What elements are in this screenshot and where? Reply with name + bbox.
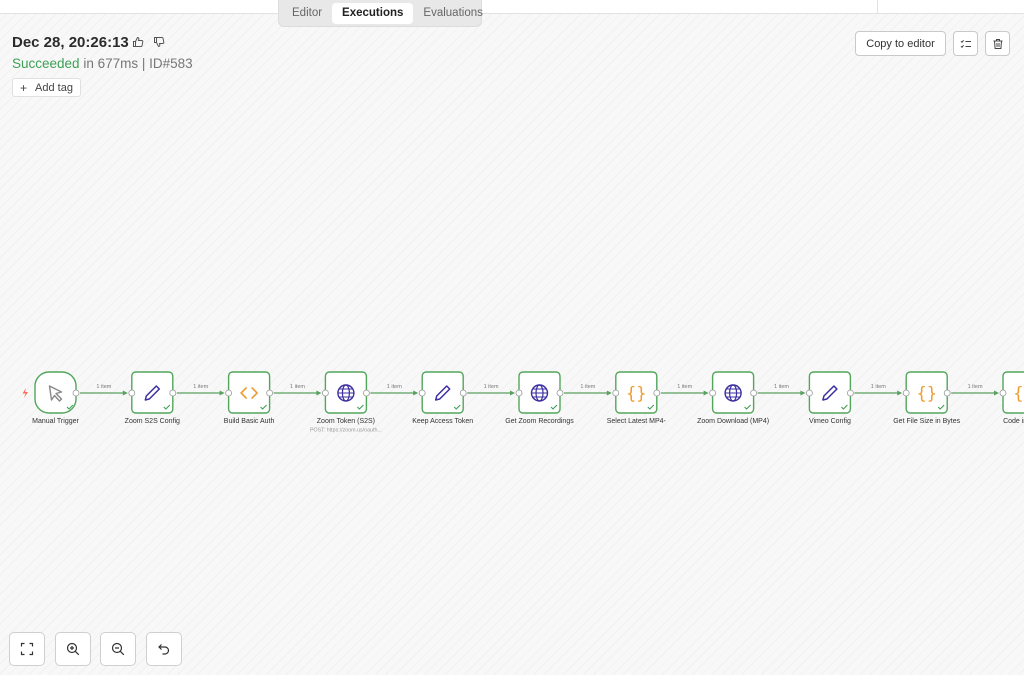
input-handle[interactable]	[806, 389, 813, 397]
trigger-bolt-icon	[22, 388, 28, 398]
svg-text:{}: {}	[1013, 384, 1024, 404]
output-handle[interactable]	[750, 389, 757, 397]
node-box[interactable]	[421, 371, 464, 414]
output-handle[interactable]	[362, 389, 370, 397]
connection[interactable]: 1 item	[467, 384, 515, 396]
node-label: Zoom Download (MP4)	[697, 418, 769, 425]
workflow-node[interactable]: Keep Access Token	[412, 371, 473, 425]
input-handle[interactable]	[418, 389, 426, 397]
node-label: Get File Size in Bytes	[893, 418, 960, 425]
workflow-node[interactable]: Zoom Download (MP4)	[697, 371, 769, 425]
connection[interactable]: 1 item	[80, 384, 128, 396]
connection[interactable]: 1 item	[757, 384, 806, 396]
input-handle[interactable]	[709, 389, 716, 397]
zoom-out-button[interactable]	[100, 632, 136, 666]
input-handle[interactable]	[902, 389, 910, 397]
braces-icon: {}	[1013, 384, 1024, 404]
node-label: Zoom Token (S2S)	[317, 418, 375, 425]
connection-item-count: 1 item	[387, 384, 402, 390]
connection-item-count: 1 item	[290, 384, 305, 390]
connection-arrow	[413, 390, 419, 396]
connection[interactable]: 1 item	[370, 384, 419, 396]
output-handle[interactable]	[847, 389, 854, 397]
node-box[interactable]	[227, 371, 271, 414]
connection-item-count: 1 item	[677, 384, 692, 390]
workflow-canvas: 1 item 1 item 1 item 1 item 1 item 1 item 1 it…	[22, 371, 1024, 434]
braces-icon: {}	[626, 384, 646, 404]
node-label: Select Latest MP4-	[607, 418, 667, 425]
connection[interactable]: 1 item	[564, 384, 612, 396]
connection-arrow	[316, 390, 322, 396]
connection-arrow	[510, 390, 515, 396]
connection-item-count: 1 item	[193, 384, 208, 390]
node-box[interactable]	[808, 371, 852, 414]
connection-item-count: 1 item	[484, 384, 499, 390]
connection-item-count: 1 item	[774, 384, 789, 390]
workflow-node[interactable]: {} Code in Java	[999, 371, 1024, 425]
node-label: Build Basic Auth	[224, 418, 275, 425]
output-handle[interactable]	[653, 389, 661, 397]
connection[interactable]: 1 item	[951, 384, 999, 396]
node-label: Manual Trigger	[32, 418, 79, 425]
node-label: Code in Java	[1003, 418, 1024, 425]
workflow-node[interactable]: Manual Trigger	[32, 371, 80, 425]
connection-arrow	[122, 390, 128, 396]
output-handle[interactable]	[169, 389, 177, 397]
workflow-node[interactable]: Zoom Token (S2S) POST: https://zoom.us/oa…	[310, 371, 382, 434]
workflow-node[interactable]: {} Get File Size in Bytes	[893, 371, 961, 425]
input-handle[interactable]	[515, 389, 523, 397]
connection-arrow	[994, 390, 999, 396]
reset-zoom-button[interactable]	[146, 632, 182, 666]
input-handle[interactable]	[999, 389, 1007, 397]
fit-view-icon	[20, 642, 34, 656]
undo-icon	[158, 644, 170, 655]
node-box[interactable]	[34, 371, 77, 414]
node-label: Zoom S2S Config	[125, 418, 180, 425]
zoom-in-button[interactable]	[55, 632, 91, 666]
output-handle[interactable]	[459, 389, 467, 397]
connection-arrow	[219, 390, 225, 396]
connection-arrow	[703, 390, 709, 396]
node-box[interactable]	[131, 371, 174, 414]
input-handle[interactable]	[128, 389, 136, 397]
workflow-node[interactable]: Get Zoom Recordings	[505, 371, 574, 425]
output-handle[interactable]	[72, 389, 80, 397]
svg-text:{}: {}	[626, 384, 646, 404]
node-label: Get Zoom Recordings	[505, 418, 574, 425]
input-handle[interactable]	[321, 389, 329, 397]
connection-arrow	[606, 390, 612, 396]
connection[interactable]: 1 item	[854, 384, 903, 396]
output-handle[interactable]	[266, 389, 274, 397]
connection-item-count: 1 item	[96, 384, 111, 390]
braces-icon: {}	[916, 384, 936, 404]
connection[interactable]: 1 item	[660, 384, 709, 396]
connection-arrow	[800, 390, 806, 396]
node-subtitle: POST: https://zoom.us/oauth...	[310, 428, 382, 434]
connection[interactable]: 1 item	[273, 384, 322, 396]
node-label: Vimeo Config	[809, 418, 851, 425]
workflow-node[interactable]: {} Select Latest MP4-	[607, 371, 667, 425]
fit-view-button[interactable]	[9, 632, 45, 666]
output-handle[interactable]	[556, 389, 564, 397]
connection-item-count: 1 item	[968, 384, 983, 390]
input-handle[interactable]	[612, 389, 620, 397]
node-label: Keep Access Token	[412, 418, 473, 425]
zoom-in-icon	[66, 642, 80, 656]
workflow-node[interactable]: Zoom S2S Config	[125, 371, 180, 425]
connection[interactable]: 1 item	[176, 384, 225, 396]
connection-arrow	[897, 390, 903, 396]
zoom-out-icon	[111, 642, 125, 656]
output-handle[interactable]	[943, 389, 951, 397]
workflow-node[interactable]: Vimeo Config	[806, 371, 854, 425]
input-handle[interactable]	[225, 389, 233, 397]
workflow-node[interactable]: Build Basic Auth	[224, 371, 275, 425]
svg-text:{}: {}	[916, 384, 936, 404]
connection-item-count: 1 item	[871, 384, 886, 390]
connection-item-count: 1 item	[580, 384, 595, 390]
